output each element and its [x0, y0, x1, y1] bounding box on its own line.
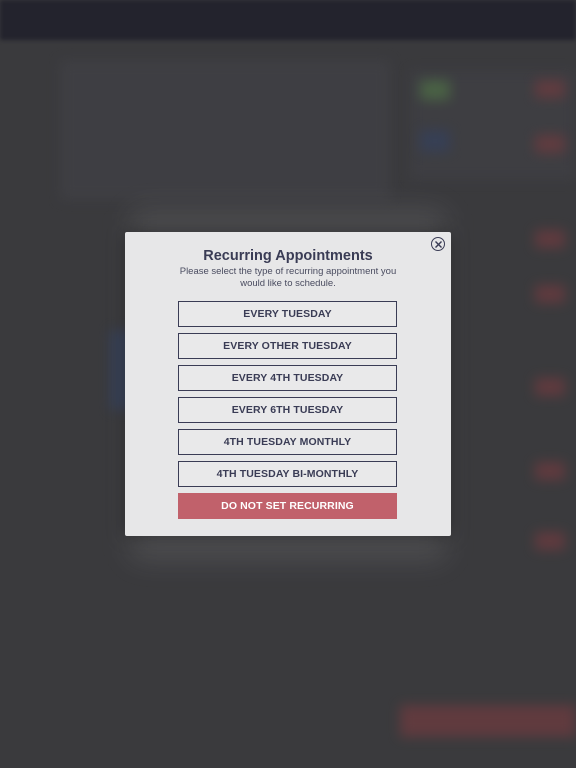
do-not-set-recurring-button[interactable]: DO NOT SET RECURRING	[178, 493, 397, 519]
background-panel	[60, 60, 390, 200]
dialog-title: Recurring Appointments	[203, 248, 373, 264]
every-other-tuesday-button[interactable]: EVERY OTHER TUESDAY	[178, 333, 397, 359]
background-badge	[420, 80, 450, 100]
background-bottom-button	[400, 705, 576, 737]
background-badge	[535, 462, 565, 480]
background-badge	[535, 532, 565, 550]
4th-tuesday-bi-monthly-button[interactable]: 4TH TUESDAY BI-MONTHLY	[178, 461, 397, 487]
every-4th-tuesday-button[interactable]: EVERY 4TH TUESDAY	[178, 365, 397, 391]
background-badge	[535, 285, 565, 303]
4th-tuesday-monthly-button[interactable]: 4TH TUESDAY MONTHLY	[178, 429, 397, 455]
dialog-description: Please select the type of recurring appo…	[179, 266, 397, 289]
recurring-appointments-dialog: Recurring Appointments Please select the…	[125, 232, 451, 536]
background-badge	[420, 130, 450, 152]
background-badge	[535, 378, 565, 396]
background-badge	[535, 230, 565, 248]
every-6th-tuesday-button[interactable]: EVERY 6TH TUESDAY	[178, 397, 397, 423]
background-topbar	[0, 0, 576, 40]
every-tuesday-button[interactable]: EVERY TUESDAY	[178, 301, 397, 327]
background-badge	[535, 80, 565, 98]
background-badge	[535, 135, 565, 153]
